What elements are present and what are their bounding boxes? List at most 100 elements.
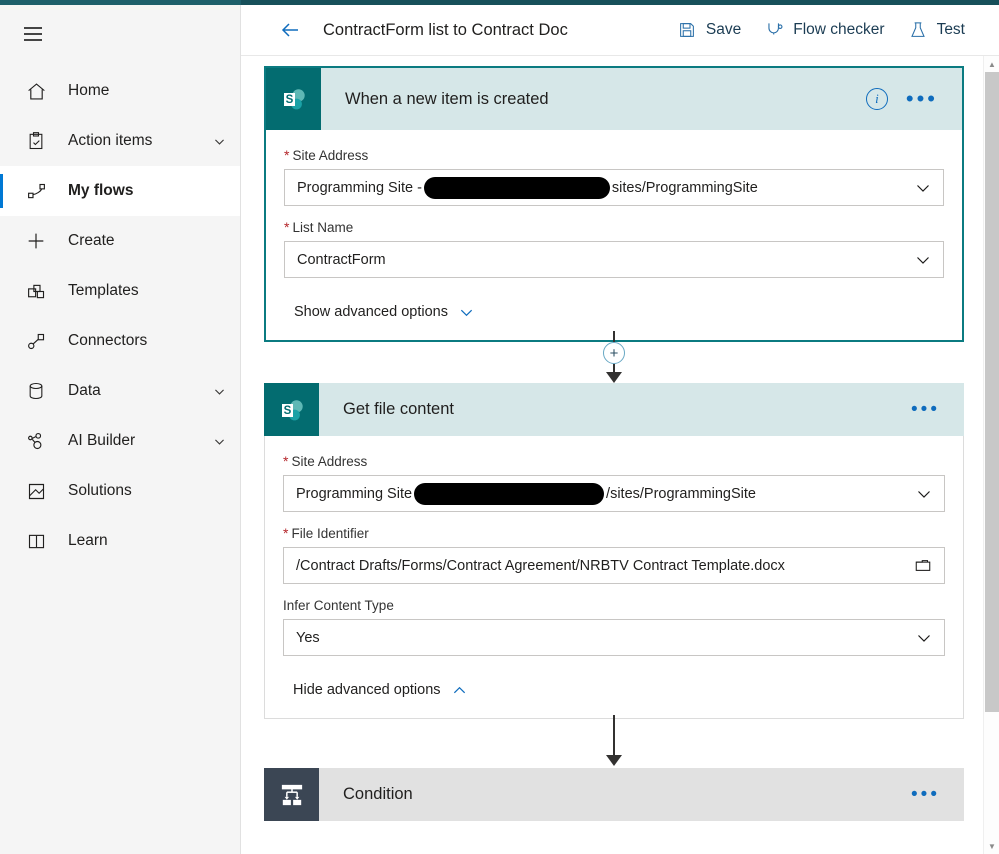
hamburger-bar	[24, 39, 42, 41]
field-list-name: * List Name ContractForm	[284, 220, 944, 278]
scroll-up-arrow-icon[interactable]: ▲	[984, 56, 999, 72]
field-label: File Identifier	[291, 526, 369, 541]
sidebar-item-solutions[interactable]: Solutions	[0, 466, 240, 516]
info-icon[interactable]: i	[865, 88, 888, 110]
field-label-row: * Site Address	[283, 454, 945, 469]
flow-step-title: When a new item is created	[345, 89, 549, 108]
test-button-label: Test	[936, 21, 965, 38]
list-name-dropdown[interactable]: ContractForm	[284, 241, 944, 278]
site-address-dropdown[interactable]: Programming Site /sites/ProgrammingSite	[283, 475, 945, 512]
field-label: Infer Content Type	[283, 598, 394, 613]
connector-line	[613, 715, 615, 755]
add-step-button[interactable]: +	[603, 342, 625, 364]
canvas-vertical-scrollbar[interactable]: ▲ ▼	[983, 56, 999, 854]
sidebar-item-my-flows[interactable]: My flows	[0, 166, 240, 216]
redacted-value	[414, 482, 605, 505]
stethoscope-icon	[765, 21, 784, 40]
hamburger-menu-icon[interactable]	[9, 10, 57, 58]
sidebar-item-data[interactable]: Data	[0, 366, 240, 416]
test-button[interactable]: Test	[897, 15, 977, 46]
advanced-options-label: Hide advanced options	[293, 682, 441, 698]
sidebar-item-action-items[interactable]: Action items	[0, 116, 240, 166]
sidebar-item-learn[interactable]: Learn	[0, 516, 240, 566]
field-value: Yes	[296, 629, 320, 646]
field-value: /Contract Drafts/Forms/Contract Agreemen…	[296, 557, 785, 574]
sidebar-item-label: Data	[68, 382, 101, 400]
field-file-identifier: * File Identifier /Contract Drafts/Forms…	[283, 526, 945, 584]
chevron-up-icon	[452, 683, 467, 698]
flow-icon	[24, 179, 48, 203]
sidebar-item-label: Create	[68, 232, 115, 250]
sidebar-item-home[interactable]: Home	[0, 66, 240, 116]
command-bar-actions: Save Flow checker Test	[666, 15, 999, 46]
required-asterisk: *	[283, 453, 289, 469]
left-navigation-sidebar: Home Action items My flows Create Templa…	[0, 5, 241, 854]
required-asterisk: *	[284, 219, 290, 235]
step-overflow-menu-icon[interactable]: •••	[911, 785, 940, 804]
templates-icon	[24, 279, 48, 303]
back-arrow-icon[interactable]	[277, 17, 303, 43]
chevron-down-icon[interactable]	[212, 434, 226, 448]
chevron-down-icon[interactable]	[916, 486, 932, 502]
infer-content-type-dropdown[interactable]: Yes	[283, 619, 945, 656]
sidebar-item-connectors[interactable]: Connectors	[0, 316, 240, 366]
flow-canvas: S When a new item is created i ••• * Sit…	[241, 56, 999, 854]
chevron-down-icon[interactable]	[212, 134, 226, 148]
field-value: ContractForm	[297, 251, 386, 268]
field-value-prefix: Programming Site -	[297, 179, 422, 196]
sidebar-item-create[interactable]: Create	[0, 216, 240, 266]
sidebar-item-label: AI Builder	[68, 432, 136, 450]
sidebar-nav-list: Home Action items My flows Create Templa…	[0, 66, 240, 566]
save-button-label: Save	[705, 21, 742, 38]
scroll-down-arrow-icon[interactable]: ▼	[984, 838, 999, 854]
save-button[interactable]: Save	[666, 15, 753, 46]
sidebar-item-ai-builder[interactable]: AI Builder	[0, 416, 240, 466]
chevron-down-icon[interactable]	[915, 252, 931, 268]
file-identifier-input[interactable]: /Contract Drafts/Forms/Contract Agreemen…	[283, 547, 945, 584]
flow-step-header[interactable]: Condition •••	[264, 768, 964, 821]
hamburger-bar	[24, 27, 42, 29]
page-title: ContractForm list to Contract Doc	[323, 20, 568, 39]
chevron-down-icon	[459, 305, 474, 320]
chevron-down-icon[interactable]	[915, 180, 931, 196]
clipboard-check-icon	[24, 129, 48, 153]
flow-checker-button[interactable]: Flow checker	[753, 15, 896, 46]
chevron-down-icon[interactable]	[916, 630, 932, 646]
field-value-prefix: Programming Site	[296, 485, 413, 502]
sidebar-item-label: Connectors	[68, 332, 148, 350]
chevron-down-icon[interactable]	[212, 384, 226, 398]
flow-step-header[interactable]: S Get file content •••	[264, 383, 964, 436]
ai-builder-icon	[24, 429, 48, 453]
hamburger-bar	[24, 33, 42, 35]
scrollbar-thumb[interactable]	[985, 72, 999, 712]
step-overflow-menu-icon[interactable]: •••	[906, 88, 938, 110]
folder-picker-icon[interactable]	[914, 557, 932, 575]
sidebar-item-templates[interactable]: Templates	[0, 266, 240, 316]
site-address-dropdown[interactable]: Programming Site - sites/ProgrammingSite	[284, 169, 944, 206]
flow-step-header-actions: i •••	[865, 88, 962, 110]
connector-line	[613, 331, 615, 342]
sidebar-item-label: Action items	[68, 132, 153, 150]
field-infer-content-type: Infer Content Type Yes	[283, 598, 945, 656]
sidebar-item-label: Learn	[68, 532, 108, 550]
flow-step-card-condition[interactable]: Condition •••	[264, 768, 964, 821]
flow-step-card-trigger[interactable]: S When a new item is created i ••• * Sit…	[264, 66, 964, 342]
sidebar-item-label: Home	[68, 82, 110, 100]
sharepoint-icon: S	[266, 68, 321, 130]
flow-step-header-actions: •••	[911, 400, 964, 419]
home-icon	[24, 79, 48, 103]
field-label-row: * Site Address	[284, 148, 944, 163]
step-overflow-menu-icon[interactable]: •••	[911, 400, 940, 419]
flow-step-title: Get file content	[343, 400, 454, 418]
field-label-row: * File Identifier	[283, 526, 945, 541]
flow-connector-arrow	[264, 715, 964, 766]
flow-step-header[interactable]: S When a new item is created i •••	[266, 68, 962, 130]
connector-arrow-icon	[606, 755, 622, 766]
field-label: Site Address	[292, 148, 369, 163]
field-site-address: * Site Address Programming Site - sites/…	[284, 148, 944, 206]
save-icon	[678, 21, 697, 40]
hide-advanced-options-toggle[interactable]: Hide advanced options	[283, 670, 467, 718]
field-label-row: * List Name	[284, 220, 944, 235]
redacted-value	[423, 176, 610, 199]
flow-step-card-get-file-content[interactable]: S Get file content ••• * Site Address Pr…	[264, 383, 964, 719]
